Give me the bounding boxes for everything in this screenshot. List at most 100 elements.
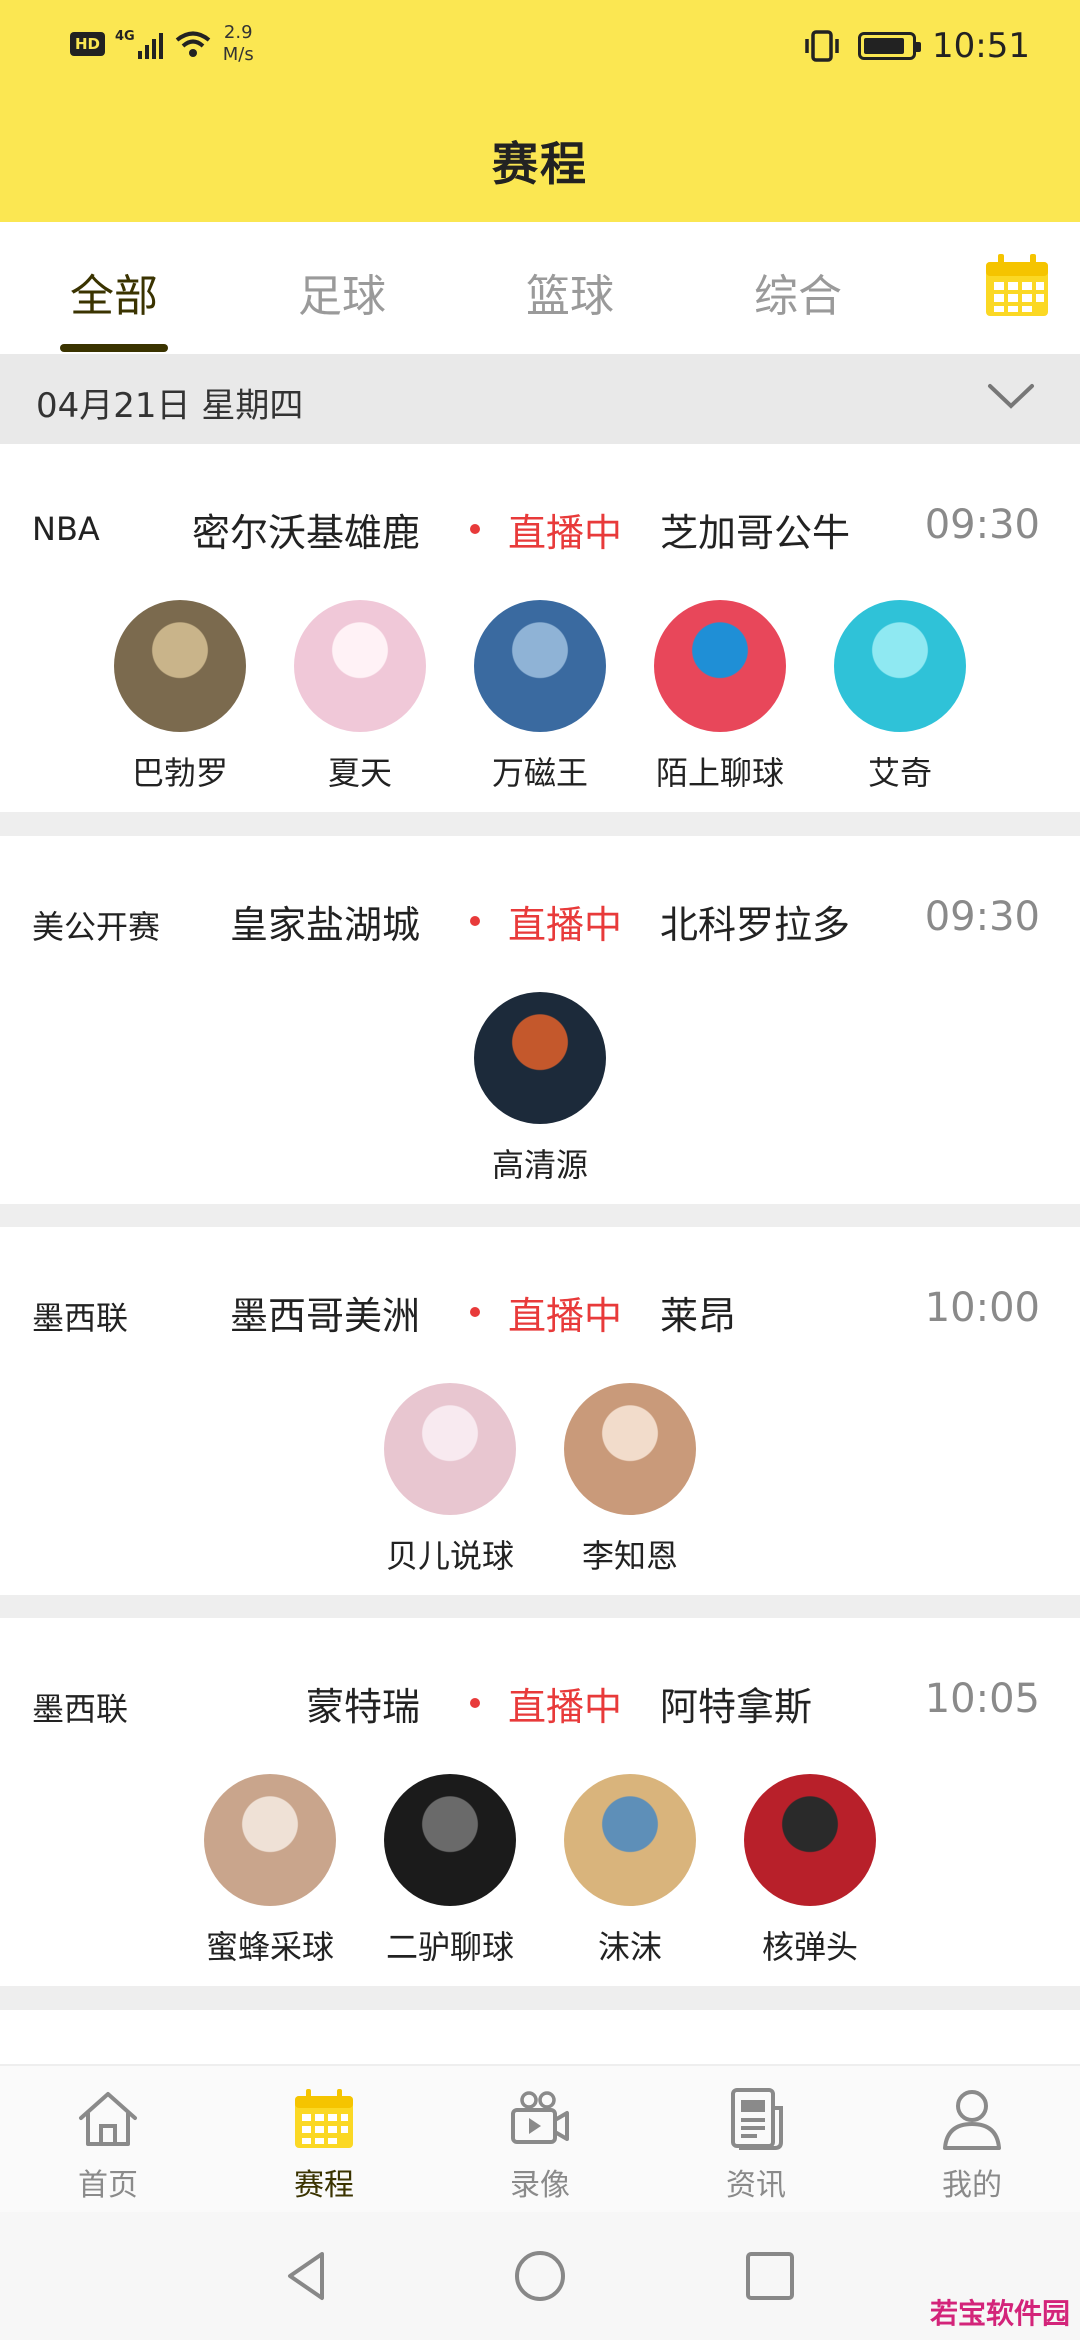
host-name: 万磁王: [491, 754, 588, 792]
live-status: 直播中: [508, 511, 623, 555]
wifi-icon: [175, 31, 210, 57]
away-team: 阿特拿斯: [660, 1685, 813, 1729]
live-status: 直播中: [508, 1685, 623, 1729]
calendar-icon: [295, 2089, 353, 2148]
host-item[interactable]: 沫沫: [564, 1774, 696, 1968]
network-label: 4G: [115, 29, 135, 44]
host-item[interactable]: 夏天: [294, 600, 426, 794]
watermark: 若宝软件园: [929, 2297, 1070, 2330]
news-icon: [731, 2088, 783, 2150]
signal-icon: 4G: [115, 29, 163, 59]
host-list: 贝儿说球 李知恩: [0, 1383, 1080, 1577]
match-card[interactable]: 墨西联 蒙特瑞 直播中 阿特拿斯 10:05 蜜蜂采球 二驴聊球 沫沫 核弹头: [0, 1618, 1080, 1986]
battery-icon: [858, 32, 922, 60]
page-title: 赛程: [492, 137, 588, 191]
card-separator: [0, 812, 1080, 836]
avatar: [564, 1774, 696, 1906]
date-label: 04月21日 星期四: [36, 386, 304, 426]
away-team: 莱昂: [660, 1294, 737, 1338]
recents-icon[interactable]: [742, 2248, 798, 2304]
avatar: [384, 1774, 516, 1906]
host-item[interactable]: 艾奇: [834, 600, 966, 794]
host-list: 巴勃罗 夏天 万磁王 陌上聊球 艾奇: [0, 600, 1080, 794]
avatar: [564, 1383, 696, 1515]
league-label: 墨西联: [32, 1299, 129, 1337]
away-team: 芝加哥公牛: [660, 511, 851, 555]
tab-basketball[interactable]: 篮球: [500, 260, 640, 324]
host-item[interactable]: 巴勃罗: [114, 600, 246, 794]
chevron-down-icon[interactable]: [986, 376, 1036, 416]
active-tab-indicator: [60, 344, 168, 352]
calendar-icon[interactable]: [984, 252, 1050, 318]
profile-icon: [943, 2090, 1001, 2150]
host-item[interactable]: 蜜蜂采球: [204, 1774, 336, 1968]
host-list: 蜜蜂采球 二驴聊球 沫沫 核弹头: [0, 1774, 1080, 1968]
nav-home[interactable]: 首页: [38, 2086, 178, 2204]
category-tabs: 全部 足球 篮球 综合: [0, 222, 1080, 354]
card-separator: [0, 1595, 1080, 1619]
host-name: 巴勃罗: [131, 754, 228, 792]
home-icon: [79, 2092, 137, 2146]
tab-all[interactable]: 全部: [44, 260, 184, 324]
date-selector[interactable]: 04月21日 星期四: [0, 354, 1080, 444]
host-item[interactable]: 高清源: [474, 992, 606, 1186]
host-item[interactable]: 二驴聊球: [384, 1774, 516, 1968]
avatar: [474, 992, 606, 1124]
app-header: HD 4G 2.9 M/s 10:51 赛程: [0, 0, 1080, 222]
match-card[interactable]: 美公开赛 皇家盐湖城 直播中 北科罗拉多 09:30 高清源: [0, 836, 1080, 1204]
match-card[interactable]: 墨西联 墨西哥美洲 直播中 莱昂 10:00 贝儿说球 李知恩: [0, 1227, 1080, 1595]
avatar: [744, 1774, 876, 1906]
host-name: 夏天: [327, 754, 392, 792]
host-name: 陌上聊球: [655, 754, 784, 792]
away-team: 北科罗拉多: [660, 903, 851, 947]
host-item[interactable]: 李知恩: [564, 1383, 696, 1577]
avatar: [204, 1774, 336, 1906]
nav-video-label: 录像: [510, 2168, 570, 2203]
home-team: 墨西哥美洲: [229, 1294, 420, 1338]
avatar: [834, 600, 966, 732]
tab-football[interactable]: 足球: [272, 260, 412, 324]
live-dot-icon: [470, 916, 480, 926]
nav-home-label: 首页: [78, 2168, 138, 2203]
host-item[interactable]: 万磁王: [474, 600, 606, 794]
home-team: 密尔沃基雄鹿: [191, 511, 420, 555]
match-card[interactable]: NBA 密尔沃基雄鹿 直播中 芝加哥公牛 09:30 巴勃罗 夏天 万磁王 陌上聊球 艾奇: [0, 444, 1080, 812]
home-team: 皇家盐湖城: [229, 903, 420, 947]
status-left: HD 4G 2.9 M/s: [70, 22, 254, 66]
league-label: 美公开赛: [32, 908, 161, 946]
live-dot-icon: [470, 1698, 480, 1708]
host-name: 高清源: [491, 1146, 588, 1184]
host-item[interactable]: 核弹头: [744, 1774, 876, 1968]
nav-news[interactable]: 资讯: [686, 2086, 826, 2204]
back-icon[interactable]: [280, 2248, 336, 2304]
nav-news-label: 资讯: [726, 2168, 786, 2203]
live-dot-icon: [470, 1307, 480, 1317]
avatar: [474, 600, 606, 732]
speed-value: 2.9: [223, 22, 253, 43]
host-name: 艾奇: [867, 754, 932, 792]
host-name: 沫沫: [597, 1928, 662, 1966]
tab-general[interactable]: 综合: [728, 260, 868, 324]
live-status: 直播中: [508, 903, 623, 947]
host-list: 高清源: [0, 992, 1080, 1186]
speed-unit: M/s: [222, 44, 254, 65]
home-button-icon[interactable]: [512, 2248, 568, 2304]
host-item[interactable]: 陌上聊球: [654, 600, 786, 794]
avatar: [114, 600, 246, 732]
host-item[interactable]: 贝儿说球: [384, 1383, 516, 1577]
card-separator: [0, 1986, 1080, 2010]
avatar: [654, 600, 786, 732]
card-separator: [0, 1204, 1080, 1228]
match-time: 10:05: [924, 1676, 1040, 1722]
host-name: 二驴聊球: [385, 1928, 514, 1966]
avatar: [384, 1383, 516, 1515]
network-speed: 2.9 M/s: [223, 22, 254, 66]
host-name: 核弹头: [761, 1928, 858, 1966]
nav-profile[interactable]: 我的: [902, 2086, 1042, 2204]
league-label: NBA: [32, 510, 100, 548]
nav-schedule[interactable]: 赛程: [254, 2086, 394, 2204]
league-label: 墨西联: [32, 1690, 129, 1728]
clock: 10:51: [932, 26, 1030, 66]
host-name: 李知恩: [581, 1537, 678, 1575]
nav-video[interactable]: 录像: [470, 2086, 610, 2204]
